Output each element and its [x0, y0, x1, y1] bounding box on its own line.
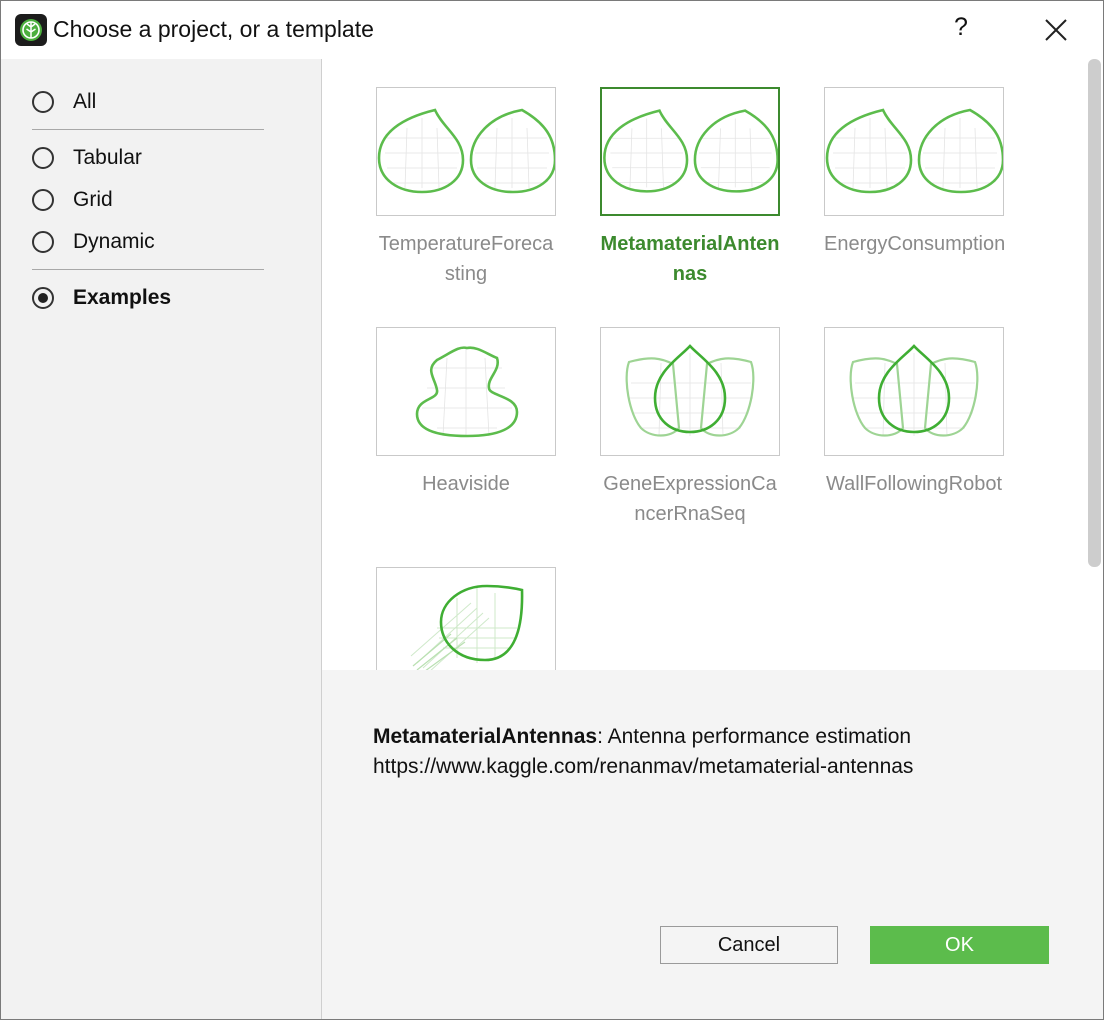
leaf-app-icon: [15, 14, 47, 46]
template-thumbnail: [376, 567, 556, 670]
template-tile-unnamed[interactable]: [354, 567, 578, 670]
template-thumbnail: [376, 87, 556, 216]
template-tile-geneexpressioncancerrnaseq[interactable]: GeneExpressionCancerRnaSeq: [578, 327, 802, 529]
template-thumbnail: [600, 327, 780, 456]
template-grid: TemperatureForecasting MetamaterialAnten…: [322, 59, 1084, 670]
radio-examples[interactable]: [32, 287, 54, 309]
template-label: EnergyConsumption: [824, 233, 1006, 255]
dialog-window: Choose a project, or a template ? All Ta…: [0, 0, 1104, 1020]
template-thumbnail: [824, 87, 1004, 216]
radio-dynamic[interactable]: [32, 231, 54, 253]
template-label: MetamaterialAntennas: [600, 233, 780, 285]
category-option-tabular[interactable]: Tabular: [32, 143, 142, 173]
tilted-drop-icon: [410, 584, 524, 670]
template-thumbnail: [376, 327, 556, 456]
radio-grid[interactable]: [32, 189, 54, 211]
divider: [32, 129, 264, 130]
template-summary: Antenna performance estimation: [602, 725, 912, 748]
category-option-grid[interactable]: Grid: [32, 185, 113, 215]
template-thumbnail: [600, 87, 780, 216]
ok-button[interactable]: OK: [870, 926, 1049, 964]
close-icon[interactable]: [1042, 16, 1070, 44]
radio-tabular[interactable]: [32, 147, 54, 169]
scrollbar-thumb[interactable]: [1088, 59, 1101, 567]
divider: [32, 269, 264, 270]
dialog-title: Choose a project, or a template: [53, 16, 374, 42]
category-option-examples[interactable]: Examples: [32, 283, 171, 313]
template-label: Heaviside: [422, 473, 510, 495]
title-bar: Choose a project, or a template ?: [1, 1, 1103, 59]
category-option-dynamic[interactable]: Dynamic: [32, 227, 155, 257]
template-label: GeneExpressionCancerRnaSeq: [603, 473, 777, 525]
template-description: MetamaterialAntennas: Antenna performanc…: [373, 722, 913, 782]
template-tile-temperatureforecasting[interactable]: TemperatureForecasting: [354, 87, 578, 289]
category-label: Tabular: [73, 146, 142, 169]
template-label: WallFollowingRobot: [826, 473, 1002, 495]
category-label: Dynamic: [73, 230, 155, 253]
two-drops-icon: [377, 108, 555, 194]
category-label: Examples: [73, 286, 172, 309]
category-option-all[interactable]: All: [32, 87, 96, 117]
template-url: https://www.kaggle.com/renanmav/metamate…: [373, 755, 914, 778]
radio-all[interactable]: [32, 91, 54, 113]
category-label: Grid: [73, 188, 113, 211]
three-drops-icon: [625, 344, 755, 437]
template-tile-heaviside[interactable]: Heaviside: [354, 327, 578, 529]
details-panel: MetamaterialAntennas: Antenna performanc…: [322, 670, 1103, 1019]
two-drops-icon: [825, 108, 1003, 194]
template-label: TemperatureForecasting: [378, 233, 554, 285]
grid-scrollbar[interactable]: [1086, 59, 1103, 670]
template-tile-metamaterialantennas[interactable]: MetamaterialAntennas: [578, 87, 802, 289]
template-tile-energyconsumption[interactable]: EnergyConsumption: [802, 87, 1026, 289]
category-sidebar: All Tabular Grid Dynamic Examples: [1, 59, 322, 1019]
two-drops-icon: [603, 109, 778, 193]
help-button[interactable]: ?: [954, 13, 968, 42]
template-thumbnail: [824, 327, 1004, 456]
cancel-button[interactable]: Cancel: [660, 926, 838, 964]
template-tile-wallfollowingrobot[interactable]: WallFollowingRobot: [802, 327, 1026, 529]
template-name: MetamaterialAntennas: [373, 725, 598, 748]
curvy-blob-icon: [415, 346, 519, 438]
category-label: All: [73, 90, 97, 113]
three-drops-icon: [849, 344, 979, 437]
